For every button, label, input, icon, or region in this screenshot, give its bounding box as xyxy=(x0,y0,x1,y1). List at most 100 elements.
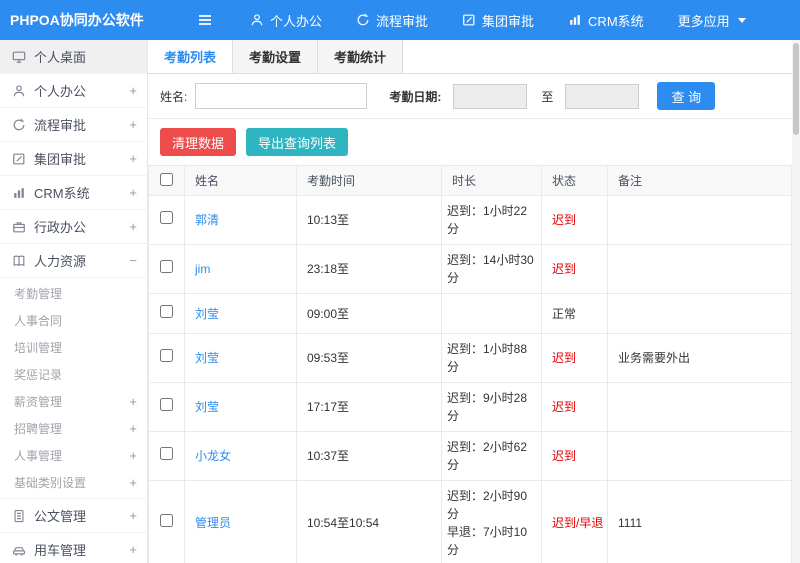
collapse-toggle[interactable]: − xyxy=(129,253,137,268)
vertical-scrollbar[interactable] xyxy=(792,40,800,563)
expand-toggle[interactable]: + xyxy=(129,185,137,200)
attendance-time: 10:13至 xyxy=(296,195,442,245)
expand-toggle[interactable]: + xyxy=(129,117,137,132)
table-row: 管理员 10:54至10:54 迟到：2小时90分 早退：7小时10分 迟到/早退… xyxy=(148,480,792,563)
sidebar-subitem-personnel-management[interactable]: 人事管理 + xyxy=(0,442,147,469)
table-row: 刘莹 17:17至 迟到：9小时28分 迟到 xyxy=(148,382,792,432)
sidebar-subitem-hr-contract[interactable]: 人事合同 xyxy=(0,307,147,334)
sidebar-item-label: 个人桌面 xyxy=(34,50,87,65)
filter-bar: 姓名: 考勤日期: 至 查 询 xyxy=(148,74,800,119)
desktop-icon xyxy=(12,50,26,64)
nav-process-approval[interactable]: 流程审批 xyxy=(356,11,428,30)
status-badge: 迟到 xyxy=(541,195,608,245)
expand-toggle[interactable]: + xyxy=(129,475,137,490)
expand-toggle[interactable]: + xyxy=(129,219,137,234)
expand-toggle[interactable]: + xyxy=(129,421,137,436)
attendance-time: 10:54至10:54 xyxy=(296,480,442,563)
action-bar: 清理数据 导出查询列表 xyxy=(148,119,800,165)
expand-toggle[interactable]: + xyxy=(129,394,137,409)
nav-more-apps[interactable]: 更多应用 xyxy=(678,11,746,30)
column-header-time: 考勤时间 xyxy=(296,165,442,196)
duration-cell: 迟到：14小时30分 xyxy=(441,244,542,294)
sidebar-item-human-resources[interactable]: 人力资源 − xyxy=(0,244,147,278)
column-header-status: 状态 xyxy=(541,165,608,196)
sidebar-item-label: CRM系统 xyxy=(34,186,90,201)
expand-toggle[interactable]: + xyxy=(129,448,137,463)
row-checkbox[interactable] xyxy=(160,349,173,362)
nav-label: 流程审批 xyxy=(376,13,429,29)
nav-group-approval[interactable]: 集团审批 xyxy=(462,11,534,30)
sidebar-subitem-reward-punishment[interactable]: 奖惩记录 xyxy=(0,361,147,388)
row-checkbox[interactable] xyxy=(160,211,173,224)
table-row: 刘莹 09:00至 正常 xyxy=(148,293,792,334)
nav-label: 个人办公 xyxy=(270,13,323,29)
employee-name-link[interactable]: 管理员 xyxy=(195,516,231,530)
sidebar-item-group-approval[interactable]: 集团审批 + xyxy=(0,142,147,176)
expand-toggle[interactable]: + xyxy=(129,542,137,557)
sidebar-item-label: 流程审批 xyxy=(34,118,87,133)
nav-personal-office[interactable]: 个人办公 xyxy=(250,11,322,30)
employee-name-link[interactable]: jim xyxy=(195,262,210,276)
user-icon xyxy=(250,13,264,27)
sidebar-subitem-attendance-management[interactable]: 考勤管理 xyxy=(0,280,147,307)
employee-name-link[interactable]: 郭清 xyxy=(195,213,219,227)
briefcase-icon xyxy=(12,220,26,234)
sidebar-item-personal-desktop[interactable]: 个人桌面 xyxy=(0,40,147,74)
clean-data-button[interactable]: 清理数据 xyxy=(160,128,237,156)
sidebar-subitem-training-management[interactable]: 培训管理 xyxy=(0,334,147,361)
employee-name-link[interactable]: 刘莹 xyxy=(195,351,219,365)
sidebar-item-personal-office[interactable]: 个人办公 + xyxy=(0,74,147,108)
sidebar-item-label: 集团审批 xyxy=(34,152,87,167)
status-badge: 迟到 xyxy=(541,333,608,383)
table-header-row: 姓名 考勤时间 时长 状态 备注 xyxy=(148,165,792,196)
sidebar: 个人桌面 个人办公 + 流程审批 + 集团审批 + CRM系统 + 行政办公 +… xyxy=(0,40,148,563)
edit-icon xyxy=(12,152,26,166)
employee-name-link[interactable]: 刘莹 xyxy=(195,400,219,414)
sidebar-item-label: 个人办公 xyxy=(34,84,87,99)
note-cell xyxy=(607,382,792,432)
tab-attendance-list[interactable]: 考勤列表 xyxy=(148,40,234,73)
sidebar-item-document-management[interactable]: 公文管理 + xyxy=(0,499,147,533)
sidebar-item-crm-system[interactable]: CRM系统 + xyxy=(0,176,147,210)
row-checkbox[interactable] xyxy=(160,447,173,460)
tab-attendance-settings[interactable]: 考勤设置 xyxy=(233,40,319,73)
date-to-label: 至 xyxy=(541,89,554,104)
scrollbar-thumb[interactable] xyxy=(793,43,799,135)
export-list-button[interactable]: 导出查询列表 xyxy=(246,128,349,156)
sidebar-item-label: 公文管理 xyxy=(34,509,87,524)
name-filter-input[interactable] xyxy=(195,83,368,109)
menu-toggle[interactable] xyxy=(196,12,214,28)
expand-toggle[interactable]: + xyxy=(129,508,137,523)
sidebar-subitem-label: 培训管理 xyxy=(14,341,63,355)
sidebar-item-label: 用车管理 xyxy=(34,543,87,558)
search-button[interactable]: 查 询 xyxy=(657,82,716,110)
nav-label: CRM系统 xyxy=(588,13,644,29)
sidebar-subitem-salary-management[interactable]: 薪资管理 + xyxy=(0,388,147,415)
sidebar-subitem-base-category-settings[interactable]: 基础类别设置 + xyxy=(0,469,147,496)
topbar: PHPOA协同办公软件 个人办公 流程审批 集团审批 CRM系统 更多应用 xyxy=(0,0,800,40)
name-filter-label: 姓名: xyxy=(160,89,188,104)
date-start-input[interactable] xyxy=(453,83,528,109)
sidebar-item-vehicle-management[interactable]: 用车管理 + xyxy=(0,533,147,563)
attendance-time: 09:53至 xyxy=(296,333,442,383)
sidebar-item-process-approval[interactable]: 流程审批 + xyxy=(0,108,147,142)
row-checkbox[interactable] xyxy=(160,304,173,318)
select-all-checkbox[interactable] xyxy=(160,172,173,186)
book-icon xyxy=(12,254,26,268)
date-end-input[interactable] xyxy=(565,83,640,109)
note-cell: 1111 xyxy=(607,480,792,563)
sidebar-item-label: 行政办公 xyxy=(34,220,87,235)
expand-toggle[interactable]: + xyxy=(129,83,137,98)
sidebar-item-admin-office[interactable]: 行政办公 + xyxy=(0,210,147,244)
sidebar-subitem-recruit-management[interactable]: 招聘管理 + xyxy=(0,415,147,442)
process-icon xyxy=(356,13,370,27)
attendance-table-container: 姓名 考勤时间 时长 状态 备注 郭清 10:13至 迟到：1小时22分 迟到 xyxy=(148,165,792,563)
row-checkbox[interactable] xyxy=(160,260,173,273)
tab-attendance-statistics[interactable]: 考勤统计 xyxy=(318,40,404,73)
nav-crm-system[interactable]: CRM系统 xyxy=(568,11,644,30)
row-checkbox[interactable] xyxy=(160,398,173,411)
expand-toggle[interactable]: + xyxy=(129,151,137,166)
row-checkbox[interactable] xyxy=(160,514,173,527)
employee-name-link[interactable]: 小龙女 xyxy=(195,449,231,463)
employee-name-link[interactable]: 刘莹 xyxy=(195,307,219,321)
